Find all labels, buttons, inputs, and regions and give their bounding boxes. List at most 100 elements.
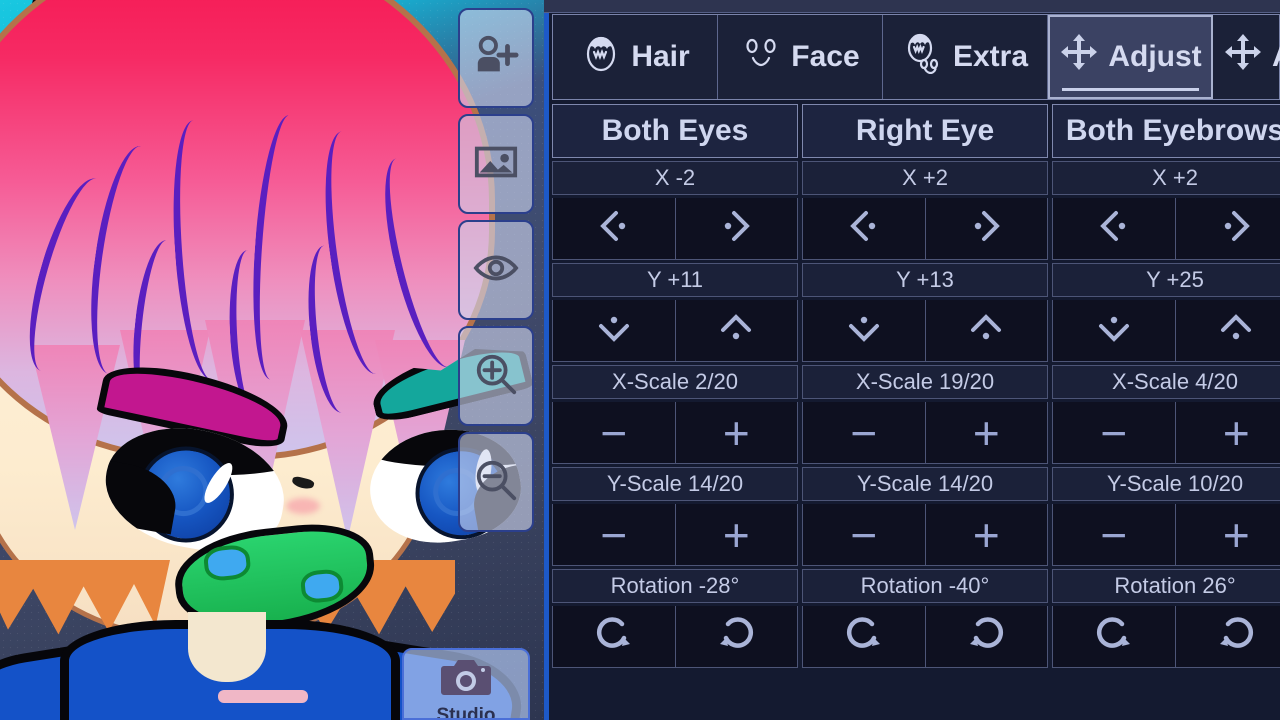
panel-top-strip [544,0,1280,13]
zoom-out-button[interactable] [458,432,534,532]
tab-adjust-secondary[interactable]: Ad [1213,15,1280,99]
rotate-cw-button[interactable] [803,606,925,667]
adjust-panel: Hair Face Extra Adjust Both Eyes X -2 Y … [544,0,1280,720]
rotate-cw-icon [591,611,637,662]
x-scale-increase-button[interactable]: + [924,402,1048,463]
button-row-rotation [802,606,1048,668]
rotate-cw-button[interactable] [1053,606,1175,667]
column-title: Both Eyebrows [1052,104,1280,158]
value-label-rotation: Rotation -40° [802,569,1048,603]
minus-icon: − [850,406,878,459]
move-right-button[interactable] [1174,198,1280,259]
move-down-button[interactable] [1053,300,1175,361]
chevron-down-dot-icon [841,305,887,356]
button-row-x [552,198,798,260]
zoom-out-icon [473,457,519,508]
tab-adjust[interactable]: Adjust [1048,15,1213,99]
camera-icon [440,656,492,703]
move-down-button[interactable] [553,300,675,361]
y-scale-increase-button[interactable]: + [1174,504,1280,565]
plus-icon: + [1222,406,1250,459]
button-row-y [552,300,798,362]
column-title: Right Eye [802,104,1048,158]
move-left-button[interactable] [803,198,925,259]
background-image-button[interactable] [458,114,534,214]
x-scale-increase-button[interactable]: + [674,402,798,463]
x-scale-decrease-button[interactable]: − [553,402,675,463]
eye-icon [473,245,519,296]
zoom-in-button[interactable] [458,326,534,426]
image-icon [473,139,519,190]
button-row-x-scale: − + [1052,402,1280,464]
move-up-button[interactable] [674,300,798,361]
move-left-button[interactable] [1053,198,1175,259]
rotate-ccw-button[interactable] [1174,606,1280,667]
chevron-left-dot-icon [1091,203,1137,254]
zoom-in-icon [473,351,519,402]
button-row-y-scale: − + [802,504,1048,566]
y-scale-decrease-button[interactable]: − [1053,504,1175,565]
x-scale-decrease-button[interactable]: − [803,402,925,463]
value-label-y-scale: Y-Scale 14/20 [802,467,1048,501]
button-row-y-scale: − + [1052,504,1280,566]
app-root: Studio Hair Face Extra Adjust Both Eyes … [0,0,1280,720]
button-row-y-scale: − + [552,504,798,566]
button-row-x-scale: − + [802,402,1048,464]
studio-camera-button[interactable]: Studio [402,648,530,720]
minus-icon: − [850,508,878,561]
adjust-column-both-eyebrows: Both Eyebrows X +2 Y +25 X-Scale 4/20 − … [1052,104,1280,716]
chevron-left-dot-icon [591,203,637,254]
move-down-button[interactable] [803,300,925,361]
add-person-button[interactable] [458,8,534,108]
tab-face[interactable]: Face [718,15,883,99]
button-row-x [802,198,1048,260]
rotate-ccw-button[interactable] [924,606,1048,667]
button-row-x-scale: − + [552,402,798,464]
adjust-columns: Both Eyes X -2 Y +11 X-Scale 2/20 − + Y-… [552,104,1280,716]
hair-icon [580,32,622,82]
rotate-ccw-icon [1213,611,1259,662]
value-label-rotation: Rotation 26° [1052,569,1280,603]
chevron-down-dot-icon [591,305,637,356]
value-label-rotation: Rotation -28° [552,569,798,603]
move-right-button[interactable] [674,198,798,259]
tab-adjust-label: Adjust [1108,40,1202,73]
tab-adjust-secondary-label: Ad [1272,40,1280,74]
value-label-y: Y +25 [1052,263,1280,297]
y-scale-increase-button[interactable]: + [924,504,1048,565]
value-label-x-scale: X-Scale 2/20 [552,365,798,399]
value-label-x: X +2 [802,161,1048,195]
preview-eye-button[interactable] [458,220,534,320]
value-label-y-scale: Y-Scale 10/20 [1052,467,1280,501]
minus-icon: − [1100,508,1128,561]
panel-left-edge [544,0,549,720]
minus-icon: − [600,508,628,561]
blush [286,498,320,514]
x-scale-increase-button[interactable]: + [1174,402,1280,463]
move-up-button[interactable] [924,300,1048,361]
move-up-button[interactable] [1174,300,1280,361]
move-icon [1059,33,1099,81]
column-title: Both Eyes [552,104,798,158]
y-scale-decrease-button[interactable]: − [803,504,925,565]
y-scale-decrease-button[interactable]: − [553,504,675,565]
value-label-y: Y +13 [802,263,1048,297]
y-scale-increase-button[interactable]: + [674,504,798,565]
rotate-cw-button[interactable] [553,606,675,667]
minus-icon: − [1100,406,1128,459]
move-left-button[interactable] [553,198,675,259]
rotate-ccw-button[interactable] [674,606,798,667]
outfit-stripe [218,690,308,703]
tab-hair[interactable]: Hair [553,15,718,99]
tab-hair-label: Hair [631,40,690,73]
move-right-button[interactable] [924,198,1048,259]
tab-extra[interactable]: Extra [883,15,1048,99]
value-label-x-scale: X-Scale 4/20 [1052,365,1280,399]
tab-face-label: Face [791,40,860,73]
character-collar [188,612,266,682]
chevron-right-dot-icon [1213,203,1259,254]
plus-icon: + [722,508,750,561]
tab-extra-label: Extra [952,40,1029,73]
chevron-right-dot-icon [713,203,759,254]
x-scale-decrease-button[interactable]: − [1053,402,1175,463]
